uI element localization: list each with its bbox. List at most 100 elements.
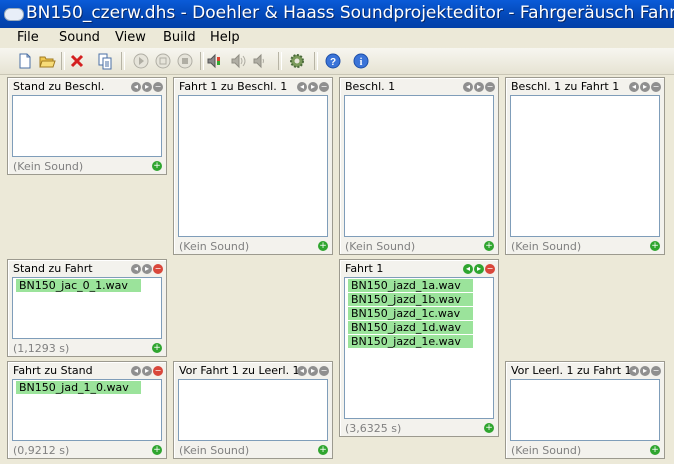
remove-icon[interactable]: − [485, 82, 495, 92]
sound-status: (Kein Sound) [179, 240, 250, 253]
wav-file-item[interactable]: BN150_jazd_1a.wav [348, 279, 473, 292]
panel-controls: ◂ ▸ − [628, 82, 661, 93]
app-icon[interactable] [4, 8, 24, 21]
panel-controls: ◂ ▸ − [296, 366, 329, 377]
add-sound-icon[interactable]: + [484, 241, 494, 251]
remove-icon[interactable]: − [485, 264, 495, 274]
arrow-right-icon[interactable]: ▸ [142, 82, 152, 92]
menu-sound[interactable]: Sound [59, 30, 100, 45]
panel-stand-zu-fahrt: Stand zu Fahrt ◂ ▸ − BN150_jac_0_1.wav (1,… [7, 259, 167, 357]
arrow-right-icon[interactable]: ▸ [640, 82, 650, 92]
add-sound-icon[interactable]: + [318, 445, 328, 455]
panel-controls: ◂ ▸ − [130, 82, 163, 93]
remove-icon[interactable]: − [153, 366, 163, 376]
panel-controls: ◂ ▸ − [130, 264, 163, 275]
help-icon[interactable]: ? [324, 52, 342, 70]
play-icon[interactable] [132, 52, 150, 70]
sound-duration: (0,9212 s) [13, 444, 70, 457]
arrow-left-icon[interactable]: ◂ [463, 82, 473, 92]
arrow-left-icon[interactable]: ◂ [463, 264, 473, 274]
arrow-left-icon[interactable]: ◂ [297, 82, 307, 92]
wav-file-item[interactable]: BN150_jac_0_1.wav [16, 279, 141, 292]
arrow-left-icon[interactable]: ◂ [629, 366, 639, 376]
add-sound-icon[interactable]: + [152, 343, 162, 353]
wav-file-item[interactable]: BN150_jad_1_0.wav [16, 381, 141, 394]
speaker-red-icon[interactable] [206, 52, 224, 70]
arrow-left-icon[interactable]: ◂ [297, 366, 307, 376]
sound-status: (Kein Sound) [345, 240, 416, 253]
sound-status: (Kein Sound) [511, 444, 582, 457]
remove-icon[interactable]: − [319, 82, 329, 92]
open-folder-icon[interactable] [38, 52, 56, 70]
sound-list[interactable] [510, 95, 660, 237]
sound-duration: (3,6325 s) [345, 422, 402, 435]
stop-icon[interactable] [176, 52, 194, 70]
sound-list[interactable]: BN150_jad_1_0.wav [12, 379, 162, 441]
sound-duration: (1,1293 s) [13, 342, 70, 355]
copy-page-icon[interactable] [96, 52, 114, 70]
panel-controls: ◂ ▸ − [462, 82, 495, 93]
sound-list[interactable]: BN150_jazd_1a.wav BN150_jazd_1b.wav BN15… [344, 277, 494, 419]
remove-icon[interactable]: − [651, 82, 661, 92]
remove-icon[interactable]: − [153, 82, 163, 92]
menu-view[interactable]: View [115, 30, 146, 45]
arrow-right-icon[interactable]: ▸ [308, 366, 318, 376]
wav-file-item[interactable]: BN150_jazd_1e.wav [348, 335, 473, 348]
panel-title: Beschl. 1 [345, 80, 396, 93]
new-file-icon[interactable] [16, 52, 34, 70]
arrow-right-icon[interactable]: ▸ [474, 82, 484, 92]
loop-icon[interactable] [154, 52, 172, 70]
arrow-left-icon[interactable]: ◂ [629, 82, 639, 92]
toolbar-separator [314, 52, 318, 70]
gear-icon[interactable] [288, 52, 306, 70]
arrow-left-icon[interactable]: ◂ [131, 366, 141, 376]
toolbar: ? i [0, 48, 674, 75]
toolbar-separator [200, 52, 204, 70]
wav-file-item[interactable]: BN150_jazd_1b.wav [348, 293, 473, 306]
menu-bar: File Sound View Build Help [0, 28, 674, 48]
panel-stand-zu-beschl: Stand zu Beschl. ◂ ▸ − (Kein Sound) + [7, 77, 167, 175]
toolbar-separator [61, 52, 65, 70]
sound-list[interactable] [178, 379, 328, 441]
sound-list[interactable] [344, 95, 494, 237]
speaker-volume-icon[interactable] [230, 52, 248, 70]
panel-title: Stand zu Fahrt [13, 262, 93, 275]
panel-title: Vor Fahrt 1 zu Leerl. 1 [179, 364, 300, 377]
panel-title: Stand zu Beschl. [13, 80, 105, 93]
arrow-left-icon[interactable]: ◂ [131, 264, 141, 274]
panel-controls: ◂ ▸ − [462, 264, 495, 275]
add-sound-icon[interactable]: + [152, 445, 162, 455]
sound-list[interactable]: BN150_jac_0_1.wav [12, 277, 162, 339]
add-sound-icon[interactable]: + [484, 423, 494, 433]
wav-file-item[interactable]: BN150_jazd_1d.wav [348, 321, 473, 334]
menu-file[interactable]: File [17, 30, 39, 45]
sound-list[interactable] [510, 379, 660, 441]
remove-icon[interactable]: − [319, 366, 329, 376]
panel-beschl1-zu-fahrt1: Beschl. 1 zu Fahrt 1 ◂ ▸ − (Kein Sound) + [505, 77, 665, 255]
info-icon[interactable]: i [352, 52, 370, 70]
arrow-right-icon[interactable]: ▸ [142, 264, 152, 274]
arrow-left-icon[interactable]: ◂ [131, 82, 141, 92]
remove-icon[interactable]: − [153, 264, 163, 274]
menu-build[interactable]: Build [163, 30, 196, 45]
window-title: BN150_czerw.dhs - Doehler & Haass Soundp… [26, 3, 674, 23]
panel-controls: ◂ ▸ − [130, 366, 163, 377]
panel-title: Fahrt 1 [345, 262, 384, 275]
add-sound-icon[interactable]: + [152, 161, 162, 171]
menu-help[interactable]: Help [210, 30, 240, 45]
sound-list[interactable] [178, 95, 328, 237]
sound-list[interactable] [12, 95, 162, 157]
sound-status: (Kein Sound) [13, 160, 84, 173]
arrow-right-icon[interactable]: ▸ [474, 264, 484, 274]
arrow-right-icon[interactable]: ▸ [640, 366, 650, 376]
add-sound-icon[interactable]: + [318, 241, 328, 251]
arrow-right-icon[interactable]: ▸ [142, 366, 152, 376]
add-sound-icon[interactable]: + [650, 445, 660, 455]
panel-title: Beschl. 1 zu Fahrt 1 [511, 80, 620, 93]
add-sound-icon[interactable]: + [650, 241, 660, 251]
delete-icon[interactable] [68, 52, 86, 70]
remove-icon[interactable]: − [651, 366, 661, 376]
arrow-right-icon[interactable]: ▸ [308, 82, 318, 92]
speaker-mute-icon[interactable] [252, 52, 270, 70]
wav-file-item[interactable]: BN150_jazd_1c.wav [348, 307, 473, 320]
